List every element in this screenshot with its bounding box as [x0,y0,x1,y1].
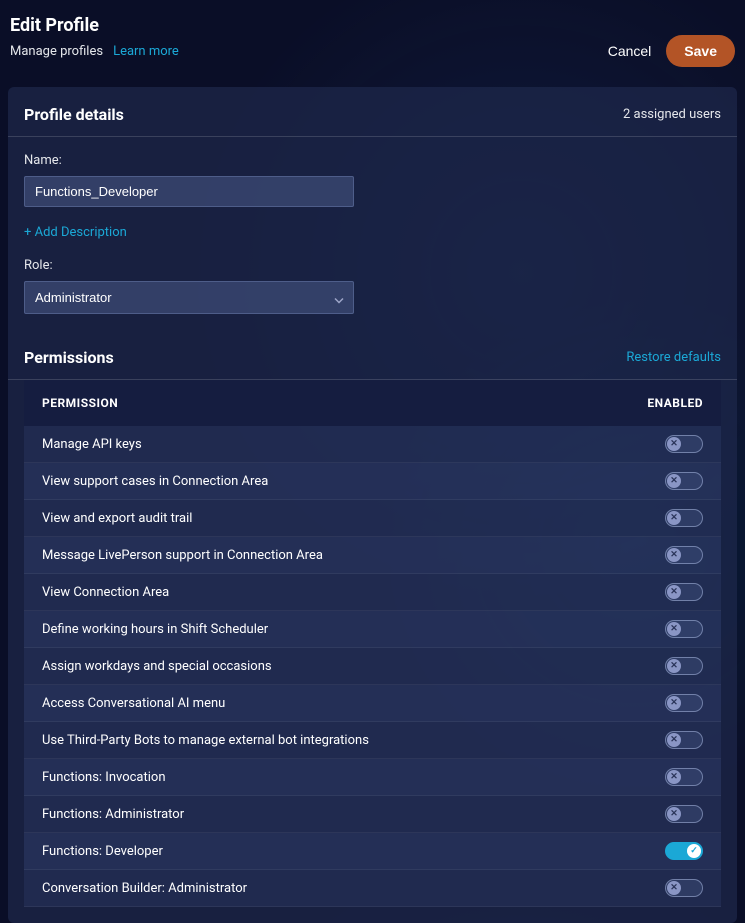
table-row: View support cases in Connection Area ✕ [24,463,721,500]
table-row: Use Third-Party Bots to manage external … [24,722,721,759]
restore-defaults-link[interactable]: Restore defaults [626,350,721,365]
table-row: Message LivePerson support in Connection… [24,537,721,574]
table-row: View Connection Area ✕ [24,574,721,611]
name-input[interactable] [24,176,354,207]
profile-details-title: Profile details [24,105,124,124]
permission-label: Conversation Builder: Administrator [42,881,247,896]
learn-more-link[interactable]: Learn more [113,44,179,59]
add-description-link[interactable]: + Add Description [24,225,127,240]
permission-toggle[interactable]: ✕ [665,435,703,453]
permissions-title: Permissions [24,348,114,367]
permission-label: View support cases in Connection Area [42,474,268,489]
permission-label: Functions: Administrator [42,807,184,822]
page-title: Edit Profile [10,15,179,36]
col-enabled: ENABLED [647,396,703,410]
permission-label: Manage API keys [42,437,142,452]
permission-label: Assign workdays and special occasions [42,659,272,674]
table-row: Manage API keys ✕ [24,426,721,463]
cancel-button[interactable]: Cancel [608,43,652,59]
save-button[interactable]: Save [666,35,735,67]
permission-label: Use Third-Party Bots to manage external … [42,733,369,748]
permission-toggle[interactable]: ✕ [665,583,703,601]
x-icon: ✕ [667,807,681,821]
x-icon: ✕ [667,881,681,895]
x-icon: ✕ [667,474,681,488]
table-row: Access Conversational AI menu ✕ [24,685,721,722]
table-row: Functions: Administrator ✕ [24,796,721,833]
permission-label: Functions: Invocation [42,770,166,785]
permission-toggle[interactable]: ✕ [665,546,703,564]
table-row: Assign workdays and special occasions ✕ [24,648,721,685]
x-icon: ✕ [667,733,681,747]
permission-toggle[interactable]: ✕ [665,509,703,527]
x-icon: ✕ [667,585,681,599]
page-header: Edit Profile Manage profiles Learn more … [0,0,745,77]
permissions-header: Permissions Restore defaults [8,330,737,379]
x-icon: ✕ [667,622,681,636]
permission-label: Define working hours in Shift Scheduler [42,622,268,637]
table-row: Define working hours in Shift Scheduler ✕ [24,611,721,648]
header-right: Cancel Save [608,15,735,67]
x-icon: ✕ [667,511,681,525]
table-row: Conversation Builder: Administrator ✕ [24,870,721,907]
permission-toggle[interactable]: ✕ [665,731,703,749]
role-select[interactable]: Administrator [24,281,354,314]
profile-form: Name: + Add Description Role: Administra… [8,137,737,330]
x-icon: ✕ [667,696,681,710]
permission-label: Access Conversational AI menu [42,696,225,711]
x-icon: ✕ [667,659,681,673]
permission-label: Functions: Developer [42,844,163,859]
permission-toggle[interactable]: ✕ [665,805,703,823]
role-section: Role: Administrator [24,258,721,314]
x-icon: ✕ [667,437,681,451]
permissions-rows: Manage API keys✕View support cases in Co… [24,426,721,907]
main-panel: Profile details 2 assigned users Name: +… [8,87,737,923]
table-row: View and export audit trail ✕ [24,500,721,537]
subtitle-row: Manage profiles Learn more [10,44,179,59]
check-icon: ✓ [687,844,701,858]
x-icon: ✕ [667,548,681,562]
role-label: Role: [24,258,721,273]
permission-toggle[interactable]: ✕ [665,879,703,897]
table-header-row: PERMISSION ENABLED [24,380,721,426]
permission-toggle[interactable]: ✕ [665,472,703,490]
header-left: Edit Profile Manage profiles Learn more [10,15,179,59]
table-row: Functions: Developer ✓ [24,833,721,870]
permission-label: View and export audit trail [42,511,192,526]
permission-toggle[interactable]: ✕ [665,620,703,638]
permission-toggle[interactable]: ✕ [665,657,703,675]
col-permission: PERMISSION [42,396,118,410]
manage-profiles-label: Manage profiles [10,44,103,59]
role-select-wrapper: Administrator [24,281,354,314]
name-label: Name: [24,153,721,168]
x-icon: ✕ [667,770,681,784]
permissions-table: PERMISSION ENABLED Manage API keys✕View … [24,380,721,907]
table-row: Functions: Invocation ✕ [24,759,721,796]
assigned-users-count: 2 assigned users [623,107,721,122]
permission-toggle[interactable]: ✕ [665,694,703,712]
permission-label: Message LivePerson support in Connection… [42,548,323,563]
permission-label: View Connection Area [42,585,169,600]
permission-toggle[interactable]: ✓ [665,842,703,860]
profile-details-header: Profile details 2 assigned users [8,87,737,136]
permission-toggle[interactable]: ✕ [665,768,703,786]
